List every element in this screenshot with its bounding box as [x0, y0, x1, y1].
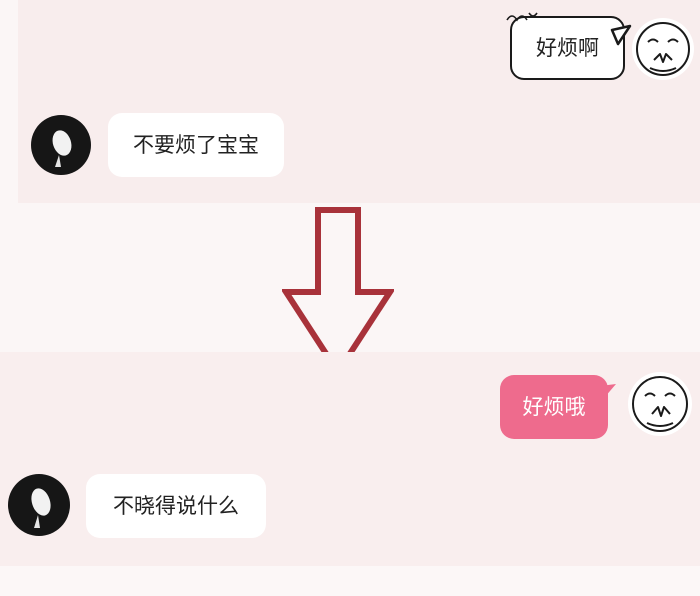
- sweat-doodle-icon: [506, 12, 538, 22]
- received-message-bubble-before[interactable]: 不要烦了宝宝: [108, 113, 284, 177]
- sent-message-text: 好烦啊: [536, 35, 599, 60]
- avatar-other-before[interactable]: [31, 115, 91, 175]
- received-message-text: 不晓得说什么: [113, 493, 239, 518]
- avatar-other-after[interactable]: [8, 474, 70, 536]
- sent-message-bubble-after[interactable]: 好烦哦: [500, 375, 608, 439]
- speech-tail-icon: [610, 24, 632, 46]
- person-silhouette-icon: [31, 488, 51, 528]
- received-message-bubble-after[interactable]: 不晓得说什么: [86, 474, 266, 538]
- speech-tail-icon: [600, 384, 616, 398]
- received-message-text: 不要烦了宝宝: [133, 132, 259, 157]
- emoji-face-icon: [632, 376, 688, 432]
- emoji-face-icon: [636, 22, 690, 76]
- person-silhouette-icon: [52, 130, 72, 167]
- avatar-self-after[interactable]: [628, 372, 692, 436]
- avatar-self-before[interactable]: [632, 18, 694, 80]
- sent-message-text: 好烦哦: [522, 394, 586, 419]
- bottom-strip: [0, 566, 700, 596]
